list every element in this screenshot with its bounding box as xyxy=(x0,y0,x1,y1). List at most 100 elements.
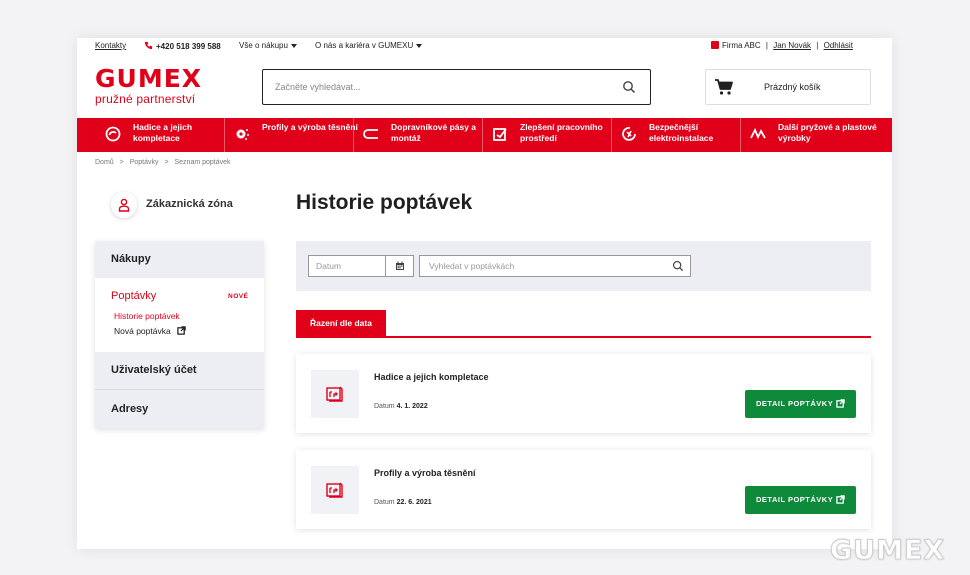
chevron-down-icon xyxy=(416,43,423,48)
cart-button[interactable]: Prázdný košík xyxy=(705,69,871,105)
wave-icon xyxy=(750,127,766,140)
inquiry-card: Profily a výroba těsnění Datum 22. 6. 20… xyxy=(296,450,871,529)
cart-label: Prázdný košík xyxy=(764,82,821,92)
external-link-icon xyxy=(836,495,845,504)
page: Kontakty +420 518 399 588 Vše o nákupu O… xyxy=(77,38,892,549)
sidebar: Nákupy Poptávky NOVÉ Historie poptávek N… xyxy=(95,241,264,428)
external-link-icon xyxy=(836,399,845,408)
nav-divider xyxy=(611,118,612,152)
logo-brand: GUMEX xyxy=(95,64,203,93)
category-nav: Hadice a jejich kompletace Profily a výr… xyxy=(77,118,892,152)
sidebar-item-purchases[interactable]: Nákupy xyxy=(95,241,264,278)
user-icon xyxy=(118,198,130,212)
customer-zone-label: Zákaznická zóna xyxy=(146,198,233,210)
inquiry-name: Profily a výroba těsnění xyxy=(374,468,476,478)
inquiry-search-input[interactable] xyxy=(429,261,659,271)
electric-icon xyxy=(622,127,636,141)
inquiry-date: Datum 22. 6. 2021 xyxy=(374,499,432,506)
page-title: Historie poptávek xyxy=(296,191,473,214)
watermark-logo: GUMEX xyxy=(829,535,946,567)
logout-link[interactable]: Odhlásit xyxy=(824,41,853,50)
account-links: Firma ABC | Jan Novák | Odhlásit xyxy=(711,41,853,50)
sidebar-item-label: Uživatelský účet xyxy=(111,364,197,376)
document-chart-icon xyxy=(326,386,343,402)
new-badge: NOVÉ xyxy=(228,293,249,300)
sidebar-item-inquiries: Poptávky NOVÉ Historie poptávek Nová pop… xyxy=(95,278,264,352)
user-link[interactable]: Jan Novák xyxy=(773,41,811,50)
date-label: Datum xyxy=(374,403,395,410)
inquiry-thumbnail xyxy=(311,466,359,514)
about-menu-label: O nás a kariéra v GUMEXU xyxy=(315,41,414,50)
nav-label: Bezpečnější elektroinstalace xyxy=(649,122,714,143)
sidebar-subitem-history[interactable]: Historie poptávek xyxy=(114,311,180,321)
date-input[interactable] xyxy=(316,261,376,271)
sidebar-subitem-label: Nová poptávka xyxy=(114,326,171,336)
phone-number: +420 518 399 588 xyxy=(156,42,221,51)
separator: | xyxy=(816,41,819,50)
nav-divider xyxy=(740,118,741,152)
filter-bar xyxy=(296,241,871,291)
shopping-menu[interactable]: Vše o nákupu xyxy=(239,41,297,50)
search-icon[interactable] xyxy=(672,260,684,272)
company-name: Firma ABC xyxy=(722,41,761,50)
nav-divider xyxy=(353,118,354,152)
logo[interactable]: GUMEX pružné partnerství xyxy=(95,66,202,106)
button-label: DETAIL POPTÁVKY xyxy=(756,495,834,504)
sidebar-item-label[interactable]: Poptávky xyxy=(111,290,156,302)
breadcrumb-item[interactable]: Poptávky xyxy=(130,159,159,166)
contacts-link[interactable]: Kontakty xyxy=(95,41,126,50)
nav-label: Dopravníkové pásy a montáž xyxy=(391,122,477,143)
external-link-icon xyxy=(177,326,186,335)
breadcrumb-item[interactable]: Domů xyxy=(95,159,114,166)
user-icon xyxy=(711,41,719,49)
inquiry-card: Hadice a jejich kompletace Datum 4. 1. 2… xyxy=(296,354,871,433)
date-value: 22. 6. 2021 xyxy=(396,499,432,506)
breadcrumb-separator: > xyxy=(164,159,169,166)
logo-tagline: pružné partnerství xyxy=(95,92,196,106)
hose-icon xyxy=(105,126,121,142)
inquiry-search xyxy=(419,255,691,277)
chevron-down-icon xyxy=(290,43,297,48)
breadcrumb-item: Seznam poptávek xyxy=(174,159,231,166)
sidebar-subitem-new-inquiry[interactable]: Nová poptávka xyxy=(114,326,186,336)
avatar xyxy=(111,192,137,218)
nav-divider xyxy=(224,118,225,152)
breadcrumb-separator: > xyxy=(119,159,124,166)
sidebar-item-label: Nákupy xyxy=(111,253,151,265)
nav-label: Profily a výroba těsnění xyxy=(262,122,358,132)
search-icon[interactable] xyxy=(622,80,636,94)
tab-sort-by-date[interactable]: Řazení dle data xyxy=(296,310,386,336)
nav-label: Hadice a jejich kompletace xyxy=(133,122,193,143)
cart-icon xyxy=(715,79,733,95)
detail-inquiry-button[interactable]: DETAIL POPTÁVKY xyxy=(745,486,856,514)
workspace-icon xyxy=(493,128,507,141)
separator: | xyxy=(765,41,768,50)
inquiry-name: Hadice a jejich kompletace xyxy=(374,372,489,382)
nav-label: Zlepšení pracovního prostředí xyxy=(520,122,603,143)
nav-divider xyxy=(482,118,483,152)
conveyor-icon xyxy=(363,129,378,139)
phone[interactable]: +420 518 399 588 xyxy=(144,41,221,51)
search-input[interactable] xyxy=(275,80,595,94)
utility-bar: Kontakty +420 518 399 588 Vše o nákupu O… xyxy=(77,38,892,56)
inquiry-thumbnail xyxy=(311,370,359,418)
about-menu[interactable]: O nás a kariéra v GUMEXU xyxy=(315,41,423,50)
tab-underline xyxy=(296,336,871,338)
inquiry-date: Datum 4. 1. 2022 xyxy=(374,403,428,410)
calendar-button[interactable] xyxy=(386,255,414,277)
sidebar-item-account[interactable]: Uživatelský účet xyxy=(95,352,264,389)
date-value: 4. 1. 2022 xyxy=(396,403,428,410)
date-field xyxy=(308,255,386,277)
document-chart-icon xyxy=(326,482,343,498)
detail-inquiry-button[interactable]: DETAIL POPTÁVKY xyxy=(745,390,856,418)
shopping-menu-label: Vše o nákupu xyxy=(239,41,288,50)
breadcrumb: Domů > Poptávky > Seznam poptávek xyxy=(95,159,235,166)
sidebar-item-addresses[interactable]: Adresy xyxy=(95,390,264,428)
main-search xyxy=(262,69,651,105)
date-label: Datum xyxy=(374,499,395,506)
phone-icon xyxy=(144,41,153,50)
nav-label: Další pryžové a plastové výrobky xyxy=(778,122,877,143)
gear-seal-icon xyxy=(236,129,249,140)
sidebar-item-label: Adresy xyxy=(111,403,149,415)
calendar-icon xyxy=(396,261,404,270)
